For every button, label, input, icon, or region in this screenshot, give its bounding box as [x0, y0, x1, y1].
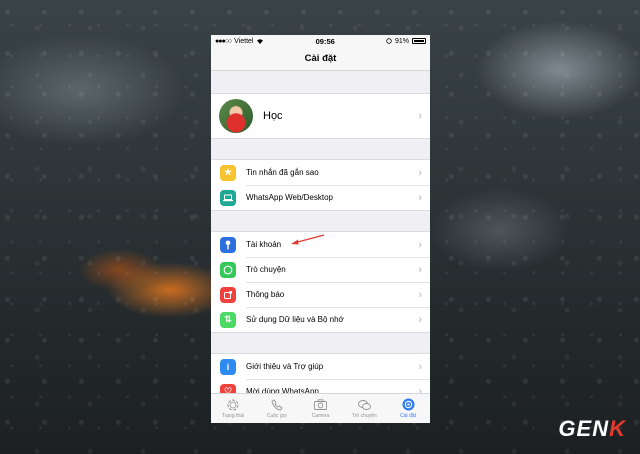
phone-icon: [270, 398, 283, 411]
chevron-right-icon: ›: [418, 263, 422, 276]
status-bar: ●●●○○ Viettel 09:56 91%: [211, 35, 430, 47]
notification-icon: [220, 286, 236, 303]
settings-item-label: Tài khoản: [246, 240, 282, 249]
chevron-right-icon: ›: [418, 191, 422, 204]
whatsapp-icon: [220, 261, 236, 278]
settings-item-about-help[interactable]: i Giới thiệu và Trợ giúp ›: [211, 354, 430, 379]
tab-camera[interactable]: Camera: [299, 394, 343, 423]
key-icon: [220, 236, 236, 253]
chevron-right-icon: ›: [418, 360, 422, 373]
tab-calls[interactable]: Cuộc gọi: [255, 394, 299, 423]
watermark-main: GEN: [558, 416, 610, 441]
chevron-right-icon: ›: [418, 238, 422, 251]
avatar: [219, 99, 253, 133]
settings-item-web-desktop[interactable]: WhatsApp Web/Desktop ›: [211, 185, 430, 210]
settings-item-notifications[interactable]: Thông báo ›: [211, 282, 430, 307]
settings-item-label: Thông báo: [246, 290, 285, 299]
watermark-accent: K: [609, 416, 626, 441]
settings-item-starred[interactable]: ★ Tin nhắn đã gắn sao ›: [211, 160, 430, 185]
profile-name: Học: [263, 110, 283, 122]
chevron-right-icon: ›: [418, 288, 422, 301]
settings-item-chats[interactable]: Trò chuyện ›: [211, 257, 430, 282]
phone-screen: ●●●○○ Viettel 09:56 91% Cài đặt Học › ★ …: [211, 35, 430, 423]
tab-bar: Trạng thái Cuộc gọi Camera Trò chuyện Cà…: [211, 393, 430, 423]
status-time: 09:56: [315, 36, 335, 46]
chevron-right-icon: ›: [418, 110, 422, 122]
tab-chats[interactable]: Trò chuyện: [342, 394, 386, 423]
data-arrows-icon: ⇅: [220, 311, 236, 328]
tab-settings[interactable]: Cài đặt: [386, 394, 430, 423]
profile-row[interactable]: Học ›: [211, 94, 430, 138]
tab-label: Cuộc gọi: [266, 412, 287, 419]
settings-item-data-storage[interactable]: ⇅ Sử dụng Dữ liệu và Bộ nhớ ›: [211, 307, 430, 332]
status-icon: [226, 399, 239, 411]
location-icon: [386, 38, 392, 44]
tab-label: Camera: [311, 412, 330, 419]
chevron-right-icon: ›: [418, 166, 422, 179]
wifi-icon: [257, 39, 264, 44]
settings-item-label: Trò chuyện: [246, 265, 286, 274]
tab-label: Trò chuyện: [351, 412, 377, 419]
settings-group-1: ★ Tin nhắn đã gắn sao › WhatsApp Web/Des…: [211, 159, 430, 211]
laptop-icon: [220, 189, 236, 206]
tab-label: Cài đặt: [400, 412, 416, 419]
chevron-right-icon: ›: [418, 313, 422, 326]
camera-icon: [314, 399, 327, 411]
annotation-arrow-icon: [291, 234, 325, 245]
info-icon: i: [220, 358, 236, 375]
settings-item-label: Tin nhắn đã gắn sao: [246, 168, 319, 177]
page-title: Cài đặt: [304, 53, 337, 64]
tab-label: Trạng thái: [221, 412, 245, 419]
carrier-label: Viettel: [234, 37, 254, 45]
battery-icon: [412, 38, 426, 44]
settings-icon: [402, 398, 415, 411]
signal-icon: ●●●○○: [215, 37, 232, 45]
settings-item-label: Sử dụng Dữ liệu và Bộ nhớ: [246, 315, 344, 324]
genk-watermark: GENK: [558, 416, 626, 442]
nav-bar: Cài đặt: [211, 47, 430, 71]
chats-icon: [357, 399, 371, 411]
settings-item-label: WhatsApp Web/Desktop: [246, 193, 334, 202]
star-icon: ★: [220, 164, 236, 181]
battery-percent: 91%: [394, 37, 409, 45]
tab-status[interactable]: Trạng thái: [211, 394, 255, 423]
profile-group: Học ›: [211, 93, 430, 139]
settings-item-label: Giới thiệu và Trợ giúp: [246, 362, 324, 371]
